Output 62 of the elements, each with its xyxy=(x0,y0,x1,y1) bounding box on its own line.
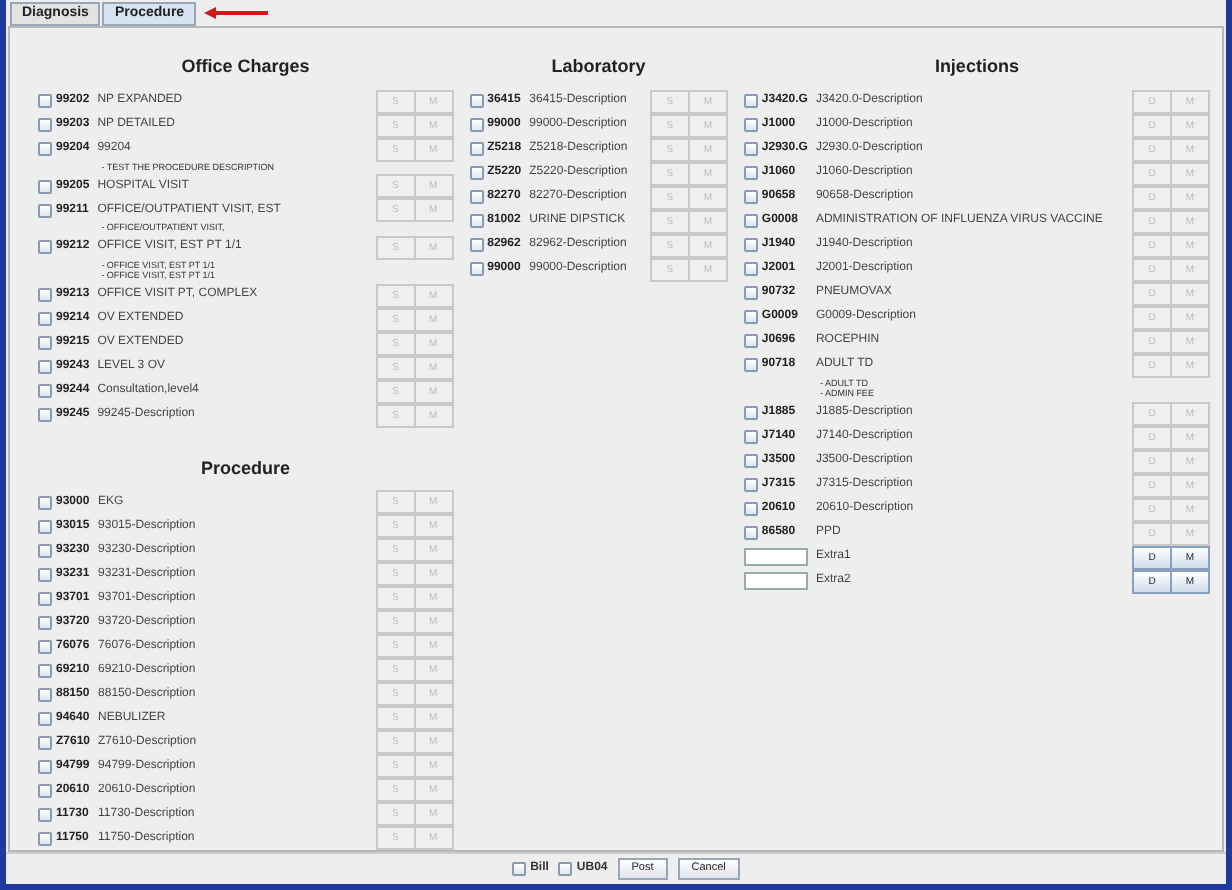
checkbox[interactable] xyxy=(743,478,758,492)
checkbox[interactable] xyxy=(38,783,52,797)
checkbox[interactable] xyxy=(743,142,758,156)
checkbox[interactable] xyxy=(743,430,758,444)
checkbox[interactable] xyxy=(743,526,758,540)
checkbox[interactable] xyxy=(38,495,52,509)
checkbox[interactable] xyxy=(38,240,52,254)
checkbox[interactable] xyxy=(743,190,758,204)
checkbox[interactable] xyxy=(38,639,52,653)
checkbox[interactable] xyxy=(512,862,527,876)
checkbox[interactable] xyxy=(469,118,484,132)
section-heading: Office Charges xyxy=(179,54,312,80)
checkbox[interactable] xyxy=(38,807,52,821)
checkbox[interactable] xyxy=(558,862,573,876)
checkbox[interactable] xyxy=(743,262,758,276)
checkbox[interactable] xyxy=(743,358,758,372)
section-heading: Laboratory xyxy=(549,54,648,80)
checkbox[interactable] xyxy=(743,286,758,300)
checkbox[interactable] xyxy=(38,288,52,302)
checkbox[interactable] xyxy=(743,454,758,468)
arrow-icon xyxy=(204,6,269,20)
checkbox[interactable] xyxy=(38,312,52,326)
checkbox[interactable] xyxy=(743,118,758,132)
input-field[interactable] xyxy=(743,572,808,590)
checkbox[interactable] xyxy=(469,166,484,180)
checkbox[interactable] xyxy=(38,142,52,156)
checkbox[interactable] xyxy=(38,408,52,422)
checkbox[interactable] xyxy=(38,118,52,132)
checkbox[interactable] xyxy=(38,567,52,581)
checkbox[interactable] xyxy=(469,262,484,276)
checkbox[interactable] xyxy=(743,94,758,108)
checkbox[interactable] xyxy=(743,310,758,324)
checkbox[interactable] xyxy=(743,238,758,252)
checkbox[interactable] xyxy=(38,831,52,845)
checkbox[interactable] xyxy=(38,543,52,557)
checkbox[interactable] xyxy=(38,384,52,398)
checkbox[interactable] xyxy=(38,711,52,725)
checkbox[interactable] xyxy=(743,214,758,228)
checkbox[interactable] xyxy=(743,502,758,516)
checkbox[interactable] xyxy=(38,687,52,701)
checkbox[interactable] xyxy=(38,759,52,773)
checkbox[interactable] xyxy=(38,94,52,108)
checkbox[interactable] xyxy=(38,663,52,677)
checkbox[interactable] xyxy=(38,519,52,533)
section-heading: Procedure xyxy=(199,455,293,481)
checkbox[interactable] xyxy=(469,238,484,252)
checkbox[interactable] xyxy=(38,360,52,374)
checkbox[interactable] xyxy=(38,203,52,217)
checkbox[interactable] xyxy=(38,179,52,193)
checkbox[interactable] xyxy=(469,94,484,108)
checkbox[interactable] xyxy=(38,336,52,350)
input-field[interactable] xyxy=(743,548,808,566)
checkbox[interactable] xyxy=(743,334,758,348)
checkbox[interactable] xyxy=(38,591,52,605)
section-heading: Injections xyxy=(932,54,1021,80)
checkbox[interactable] xyxy=(743,166,758,180)
checkbox[interactable] xyxy=(38,615,52,629)
checkbox[interactable] xyxy=(469,190,484,204)
checkbox[interactable] xyxy=(469,142,484,156)
checkbox[interactable] xyxy=(469,214,484,228)
checkbox[interactable] xyxy=(743,406,758,420)
checkbox[interactable] xyxy=(38,735,52,749)
